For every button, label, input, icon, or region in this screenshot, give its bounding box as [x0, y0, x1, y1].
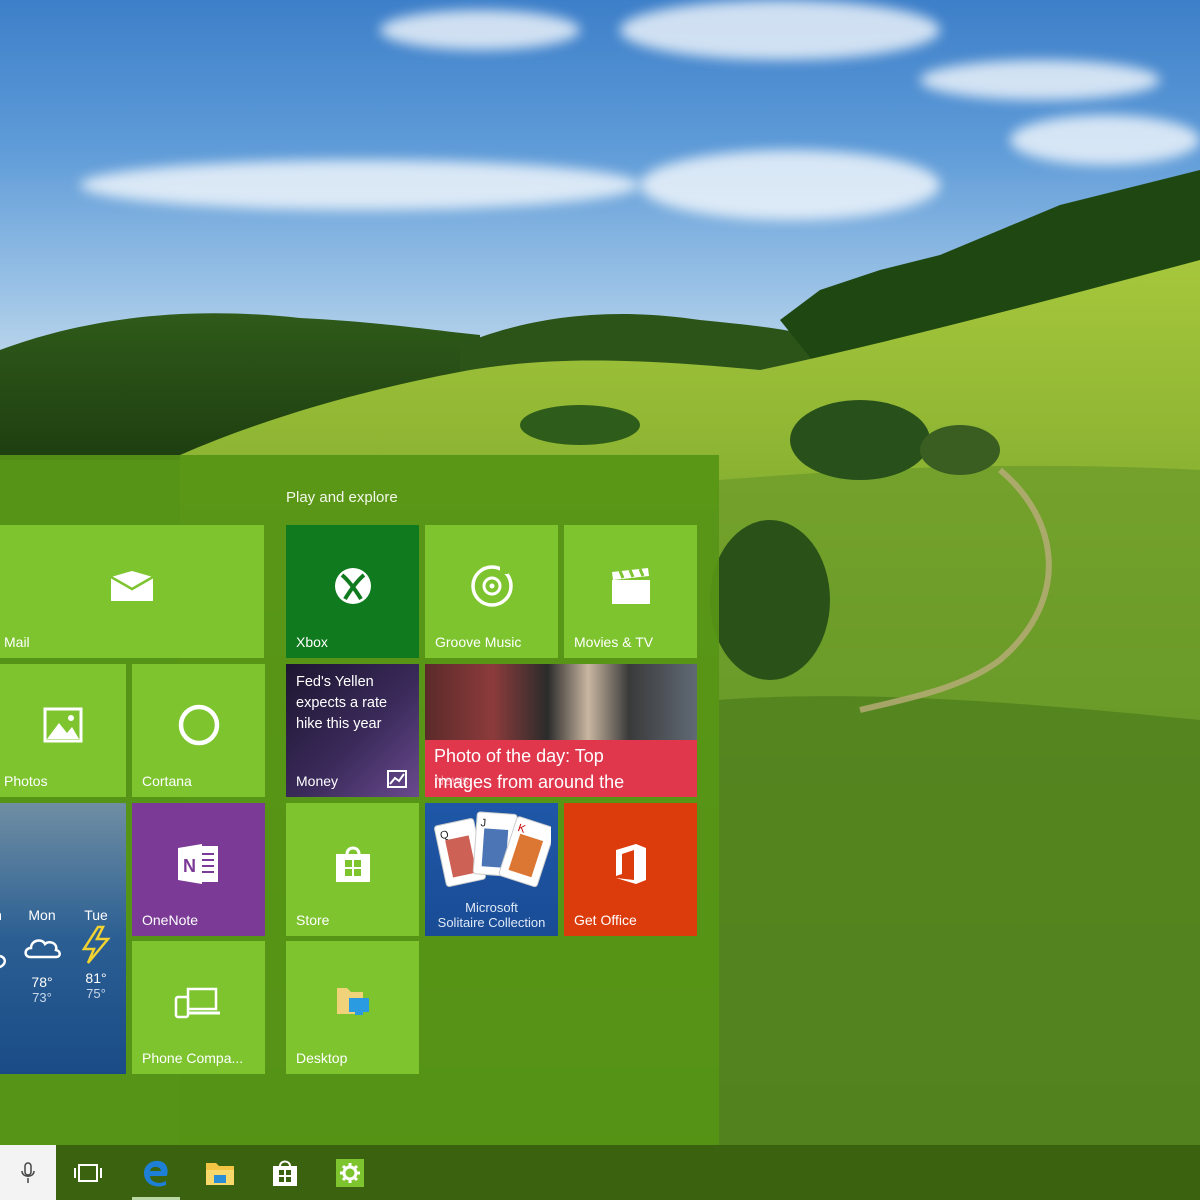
tile-movies-tv[interactable]: Movies & TV — [564, 525, 697, 658]
photos-icon — [43, 707, 83, 743]
file-explorer-icon — [206, 1162, 234, 1185]
tile-weather[interactable]: n Mon 78° 73° Tue 81° 75° — [0, 803, 126, 1074]
weather-low: 75° — [86, 986, 106, 1001]
weather-low: 73° — [32, 990, 52, 1005]
tile-label: Mail — [4, 634, 30, 650]
news-photo — [425, 664, 697, 740]
money-headline: Fed's Yellen expects a rate hike this ye… — [296, 674, 388, 732]
tile-label: Photos — [4, 773, 48, 789]
weather-high: 81° — [85, 970, 107, 986]
taskbar — [0, 1145, 1200, 1200]
store-bag-icon — [335, 846, 370, 883]
task-view-icon — [74, 1163, 102, 1182]
tile-label: Xbox — [296, 634, 328, 650]
tile-phone-companion[interactable]: Phone Compa... — [132, 941, 265, 1074]
weather-day-partial: n — [0, 907, 8, 923]
store-icon — [273, 1160, 297, 1186]
settings-icon — [336, 1158, 364, 1187]
xbox-icon — [334, 568, 371, 605]
desktop-icon — [336, 988, 369, 1016]
news-caption: Photo of the day: Top images from around… — [425, 740, 697, 797]
tile-label: Get Office — [574, 912, 637, 928]
weather-day-label: Tue — [84, 907, 108, 923]
lightning-icon — [81, 925, 111, 964]
svg-text:N: N — [183, 856, 196, 876]
cloud-icon — [24, 939, 61, 959]
tile-label: News — [434, 772, 470, 788]
edge-button[interactable] — [126, 1145, 186, 1200]
weather-high: 78° — [31, 974, 53, 990]
tile-label: Groove Music — [435, 634, 522, 650]
task-view-button[interactable] — [58, 1145, 118, 1200]
weather-day-mon: Mon 78° 73° — [22, 907, 62, 1005]
tile-label: Cortana — [142, 773, 192, 789]
settings-button[interactable] — [320, 1145, 380, 1200]
mail-icon — [110, 571, 154, 602]
tile-xbox[interactable]: Xbox — [286, 525, 419, 658]
tile-photos[interactable]: Photos — [0, 664, 126, 797]
cortana-ring-icon — [178, 704, 219, 746]
cards-icon: Q J K — [434, 811, 551, 888]
onenote-icon: N — [177, 844, 218, 885]
tile-label: Phone Compa... — [142, 1050, 244, 1066]
tile-label: OneNote — [142, 912, 199, 928]
news-headline-line1: Photo of the day: Top — [434, 746, 604, 766]
file-explorer-button[interactable] — [190, 1145, 250, 1200]
tile-groove-music[interactable]: Groove Music — [425, 525, 558, 658]
tile-label: Money — [296, 773, 339, 789]
tile-cortana[interactable]: Cortana — [132, 664, 265, 797]
tile-desktop[interactable]: Desktop — [286, 941, 419, 1074]
phone-laptop-icon — [174, 987, 220, 1019]
weather-day-label: Mon — [28, 907, 56, 923]
tile-get-office[interactable]: Get Office — [564, 803, 697, 936]
money-chart-icon — [387, 770, 407, 788]
tile-label: Solitaire Collection — [437, 915, 546, 930]
tile-money[interactable]: Fed's Yellen expects a rate hike this ye… — [286, 664, 419, 797]
microphone-icon — [21, 1161, 35, 1183]
tile-store[interactable]: Store — [286, 803, 419, 936]
office-icon — [615, 844, 646, 885]
tile-label: Movies & TV — [574, 634, 654, 650]
store-taskbar-button[interactable] — [255, 1145, 315, 1200]
cloud-icon — [0, 954, 7, 969]
tile-news[interactable]: Photo of the day: Top images from around… — [425, 664, 697, 797]
tile-label: Store — [296, 912, 330, 928]
tile-mail[interactable]: Mail — [0, 525, 264, 658]
cortana-microphone-button[interactable] — [0, 1145, 56, 1200]
weather-day-tue: Tue 81° 75° — [76, 907, 116, 1001]
movies-clapperboard-icon — [611, 568, 650, 605]
tile-label: Microsoft — [465, 900, 518, 915]
tile-solitaire[interactable]: Q J K Microsoft Solitaire Collection — [425, 803, 558, 936]
groove-music-icon — [470, 565, 513, 607]
tile-onenote[interactable]: N OneNote — [132, 803, 265, 936]
svg-text:J: J — [480, 817, 486, 829]
edge-icon — [144, 1160, 168, 1186]
group-title-play-and-explore: Play and explore — [286, 489, 398, 506]
solitaire-label: Microsoft Solitaire Collection — [425, 900, 558, 930]
tile-label: Desktop — [296, 1050, 348, 1066]
